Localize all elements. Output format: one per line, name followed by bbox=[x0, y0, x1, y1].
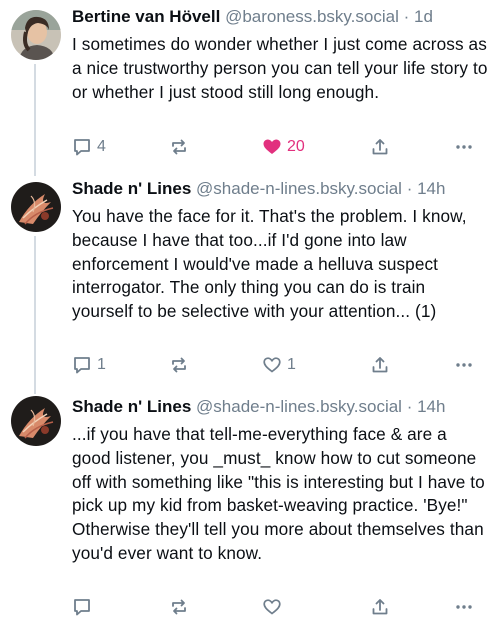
share-icon bbox=[372, 139, 388, 155]
post-header: Shade n' Lines @shade-n-lines.bsky.socia… bbox=[72, 178, 490, 200]
handle[interactable]: @shade-n-lines.bsky.social bbox=[196, 179, 402, 198]
reply-count: 4 bbox=[97, 138, 106, 155]
ink-artwork-icon bbox=[11, 182, 61, 232]
avatar[interactable] bbox=[11, 182, 61, 232]
handle[interactable]: @baroness.bsky.social bbox=[225, 7, 399, 26]
post-actions: 4 20 bbox=[72, 136, 490, 158]
post[interactable]: Shade n' Lines @shade-n-lines.bsky.socia… bbox=[0, 390, 500, 616]
more-options-button[interactable] bbox=[454, 354, 474, 376]
like-button[interactable]: 1 bbox=[262, 354, 296, 376]
reply-icon bbox=[74, 139, 90, 156]
post-actions bbox=[72, 596, 490, 618]
separator: · bbox=[406, 179, 413, 198]
reply-icon bbox=[74, 357, 90, 374]
separator: · bbox=[403, 7, 410, 26]
post-text: ...if you have that tell-me-everything f… bbox=[72, 424, 485, 563]
share-icon bbox=[372, 357, 388, 373]
reply-count: 1 bbox=[97, 356, 106, 373]
timestamp[interactable]: 14h bbox=[417, 179, 445, 198]
share-button[interactable] bbox=[370, 354, 390, 376]
more-icon bbox=[456, 145, 472, 149]
like-button[interactable]: 20 bbox=[262, 136, 305, 158]
reply-button[interactable] bbox=[72, 596, 92, 618]
display-name[interactable]: Shade n' Lines bbox=[72, 397, 191, 416]
share-button[interactable] bbox=[370, 136, 390, 158]
post[interactable]: Bertine van Hövell @baroness.bsky.social… bbox=[0, 0, 500, 170]
repost-button[interactable] bbox=[169, 136, 189, 158]
avatar[interactable] bbox=[11, 396, 61, 446]
heart-filled-icon bbox=[263, 139, 281, 154]
reply-icon bbox=[74, 599, 90, 616]
post-header: Bertine van Hövell @baroness.bsky.social… bbox=[72, 6, 490, 28]
heart-icon bbox=[263, 357, 281, 373]
repost-icon bbox=[172, 357, 186, 373]
display-name[interactable]: Shade n' Lines bbox=[72, 179, 191, 198]
timestamp[interactable]: 14h bbox=[417, 397, 445, 416]
thread: Bertine van Hövell @baroness.bsky.social… bbox=[0, 0, 500, 616]
share-icon bbox=[372, 599, 388, 615]
handle[interactable]: @shade-n-lines.bsky.social bbox=[196, 397, 402, 416]
repost-icon bbox=[172, 599, 186, 615]
post-text: You have the face for it. That's the pro… bbox=[72, 206, 467, 322]
post-header: Shade n' Lines @shade-n-lines.bsky.socia… bbox=[72, 396, 490, 418]
avatar[interactable] bbox=[11, 10, 61, 60]
post-text: I sometimes do wonder whether I just com… bbox=[72, 34, 488, 102]
repost-icon bbox=[172, 139, 186, 155]
more-options-button[interactable] bbox=[454, 596, 474, 618]
timestamp[interactable]: 1d bbox=[414, 7, 433, 26]
share-button[interactable] bbox=[370, 596, 390, 618]
repost-button[interactable] bbox=[169, 354, 189, 376]
more-icon bbox=[456, 605, 472, 609]
ink-artwork-icon bbox=[11, 396, 61, 446]
reply-button[interactable]: 4 bbox=[72, 136, 106, 158]
post-actions: 1 1 bbox=[72, 354, 490, 376]
more-options-button[interactable] bbox=[454, 136, 474, 158]
more-icon bbox=[456, 363, 472, 367]
like-count: 1 bbox=[287, 356, 296, 373]
post[interactable]: Shade n' Lines @shade-n-lines.bsky.socia… bbox=[0, 170, 500, 390]
like-button[interactable] bbox=[262, 596, 282, 618]
repost-button[interactable] bbox=[169, 596, 189, 618]
person-photo-icon bbox=[11, 10, 61, 60]
separator: · bbox=[406, 397, 413, 416]
like-count: 20 bbox=[287, 138, 305, 155]
heart-icon bbox=[263, 599, 281, 615]
display-name[interactable]: Bertine van Hövell bbox=[72, 7, 220, 26]
reply-button[interactable]: 1 bbox=[72, 354, 106, 376]
